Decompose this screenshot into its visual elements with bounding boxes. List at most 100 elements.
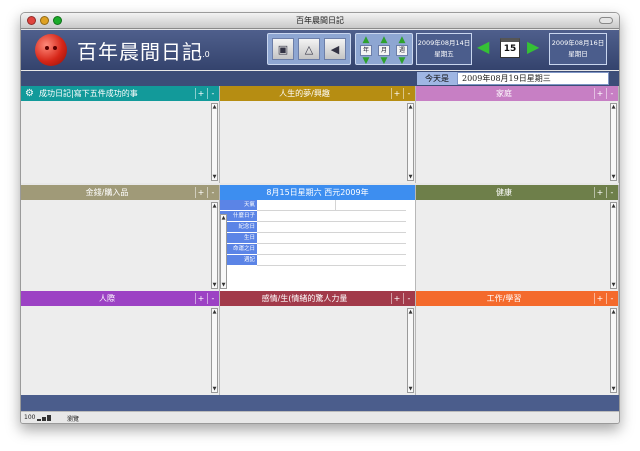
- panel-header: 家庭 + -: [416, 86, 618, 101]
- footer-bar: 100 瀏覽: [21, 411, 619, 423]
- gear-icon[interactable]: ⚙: [25, 87, 34, 100]
- panel-header: 人生的夢/興趣 + -: [220, 86, 415, 101]
- day-title: 8月15日星期六 西元2009年: [266, 188, 369, 197]
- back-arrow-icon: ◀: [330, 42, 340, 56]
- scroll-up-icon[interactable]: ▲: [221, 215, 226, 221]
- remove-button[interactable]: -: [207, 293, 218, 304]
- add-button[interactable]: +: [391, 88, 402, 99]
- panel-header: 工作/學習 + -: [416, 291, 618, 306]
- next-day-button[interactable]: ▶: [527, 39, 539, 55]
- toolbar-tools: ▣ △ ◀: [267, 33, 351, 65]
- scroll-up-icon[interactable]: ▲: [408, 104, 413, 110]
- weather-field[interactable]: [257, 200, 406, 211]
- entry-textarea[interactable]: [21, 306, 219, 395]
- what-day-field[interactable]: [257, 211, 406, 222]
- scrollbar[interactable]: ▲ ▼: [407, 103, 414, 181]
- scrollbar[interactable]: ▲ ▼: [220, 214, 227, 289]
- zoom-bars-icon[interactable]: [37, 415, 57, 421]
- year-down-icon[interactable]: ▼: [361, 57, 371, 66]
- scroll-up-icon[interactable]: ▲: [212, 309, 217, 315]
- birthday-field[interactable]: [257, 233, 406, 244]
- add-button[interactable]: +: [594, 88, 605, 99]
- remove-button[interactable]: -: [606, 88, 617, 99]
- triangle-button[interactable]: △: [298, 38, 320, 60]
- entry-textarea[interactable]: [220, 101, 415, 183]
- add-button[interactable]: +: [195, 293, 206, 304]
- entry-textarea[interactable]: [220, 306, 415, 395]
- scroll-down-icon[interactable]: ▼: [408, 386, 413, 392]
- add-button[interactable]: +: [594, 293, 605, 304]
- week-down-icon[interactable]: ▼: [397, 57, 407, 66]
- scroll-down-icon[interactable]: ▼: [611, 174, 616, 180]
- scroll-down-icon[interactable]: ▼: [221, 282, 226, 288]
- panel-header: ⚙ 成功日記|寫下五件成功的事 + -: [21, 86, 219, 101]
- remove-button[interactable]: -: [606, 293, 617, 304]
- app-window: 百年晨間日記 百年晨間日記 1.0 ▣ △ ◀ ▲ ▲ ▲ 年 月 週 ▼ ▼ …: [20, 12, 620, 424]
- mode-label[interactable]: 瀏覽: [67, 414, 79, 423]
- panel-success-diary: ⚙ 成功日記|寫下五件成功的事 + - ▲ ▼: [21, 86, 220, 183]
- status-area: [21, 395, 619, 411]
- scroll-down-icon[interactable]: ▼: [212, 386, 217, 392]
- month-down-icon[interactable]: ▼: [379, 57, 389, 66]
- entry-textarea[interactable]: [21, 101, 219, 183]
- remove-button[interactable]: -: [403, 88, 414, 99]
- zoom-level[interactable]: 100: [24, 414, 35, 421]
- entry-textarea[interactable]: [416, 101, 618, 183]
- calendar-button[interactable]: 15: [500, 38, 520, 58]
- entry-textarea[interactable]: [21, 200, 219, 291]
- scrollbar[interactable]: ▲ ▼: [407, 308, 414, 393]
- remove-button[interactable]: -: [207, 88, 218, 99]
- add-button[interactable]: +: [195, 88, 206, 99]
- scroll-down-icon[interactable]: ▼: [611, 282, 616, 288]
- weekly-note-field[interactable]: [257, 255, 406, 266]
- scrollbar[interactable]: ▲ ▼: [610, 103, 617, 181]
- scrollbar[interactable]: ▲ ▼: [211, 202, 218, 289]
- panel-title: 家庭: [496, 89, 512, 98]
- scroll-down-icon[interactable]: ▼: [408, 174, 413, 180]
- scrollbar[interactable]: ▲ ▼: [211, 103, 218, 181]
- scroll-up-icon[interactable]: ▲: [611, 309, 616, 315]
- panel-header: 人際 + -: [21, 291, 219, 306]
- scroll-up-icon[interactable]: ▲: [611, 104, 616, 110]
- remove-button[interactable]: -: [606, 187, 617, 198]
- anniversary-field[interactable]: [257, 222, 406, 233]
- month-up-icon[interactable]: ▲: [379, 36, 389, 45]
- scroll-down-icon[interactable]: ▼: [212, 282, 217, 288]
- remove-button[interactable]: -: [207, 187, 218, 198]
- scrollbar[interactable]: ▲ ▼: [211, 308, 218, 393]
- window-title: 百年晨間日記: [296, 16, 344, 25]
- back-button[interactable]: ◀: [324, 38, 346, 60]
- previous-day-button[interactable]: ◀: [477, 39, 489, 55]
- scroll-down-icon[interactable]: ▼: [611, 386, 616, 392]
- month-button[interactable]: 月: [378, 45, 390, 56]
- toolbar-toggle-button[interactable]: [599, 17, 613, 24]
- year-up-icon[interactable]: ▲: [361, 36, 371, 45]
- week-up-icon[interactable]: ▲: [397, 36, 407, 45]
- week-button[interactable]: 週: [396, 45, 408, 56]
- scroll-up-icon[interactable]: ▲: [212, 203, 217, 209]
- scroll-up-icon[interactable]: ▲: [212, 104, 217, 110]
- panel-title: 健康: [496, 188, 512, 197]
- remove-button[interactable]: -: [403, 293, 414, 304]
- info-key: 天氣: [220, 200, 257, 211]
- app-version: 1.0: [197, 50, 210, 59]
- add-button[interactable]: +: [594, 187, 605, 198]
- scroll-up-icon[interactable]: ▲: [408, 309, 413, 315]
- scroll-down-icon[interactable]: ▼: [212, 174, 217, 180]
- scroll-up-icon[interactable]: ▲: [611, 203, 616, 209]
- panel-relationships: 人際 + - ▲ ▼: [21, 291, 220, 395]
- add-button[interactable]: +: [195, 187, 206, 198]
- scrollbar[interactable]: ▲ ▼: [610, 202, 617, 289]
- year-button[interactable]: 年: [360, 45, 372, 56]
- day-info-table: 天氣 什麼日子 紀念日 生日 命運之日 週記: [220, 200, 406, 266]
- panel-work-study: 工作/學習 + - ▲ ▼: [416, 291, 619, 395]
- scrollbar[interactable]: ▲ ▼: [610, 308, 617, 393]
- panel-title: 成功日記|寫下五件成功的事: [39, 89, 138, 98]
- fate-day-field[interactable]: [257, 244, 406, 255]
- panel-money-purchases: 金錢/購入品 + - ▲ ▼: [21, 185, 220, 291]
- today-bar: 今天是 2009年08月19日星期三: [21, 71, 619, 86]
- photo-button[interactable]: ▣: [272, 38, 294, 60]
- entry-textarea[interactable]: [416, 200, 618, 291]
- add-button[interactable]: +: [391, 293, 402, 304]
- entry-textarea[interactable]: [416, 306, 618, 395]
